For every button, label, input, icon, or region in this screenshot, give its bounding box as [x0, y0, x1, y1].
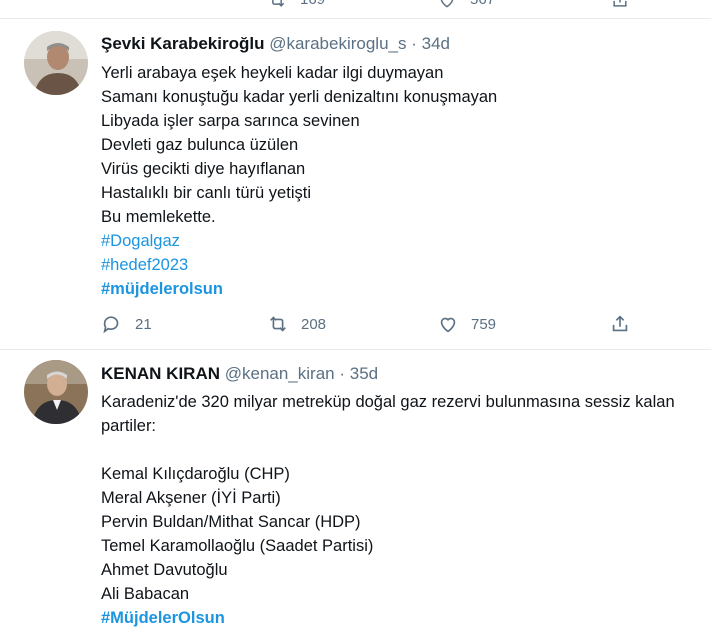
share-icon [612, 315, 628, 332]
like-count: 567 [470, 0, 495, 8]
timestamp[interactable]: 34d [422, 34, 450, 53]
retweet-count: 169 [300, 0, 325, 8]
share-icon[interactable] [610, 0, 630, 10]
tweet-line: Bu memlekette. [101, 208, 216, 226]
tweet-header: KENAN KIRAN @kenan_kiran · 35d [101, 364, 378, 384]
party-leader-line: Meral Akşener (İYİ Parti) [101, 489, 281, 507]
like-icon[interactable] [437, 0, 457, 10]
avatar[interactable] [24, 31, 88, 95]
avatar[interactable] [24, 360, 88, 424]
like-icon [440, 317, 456, 333]
display-name[interactable]: Şevki Karabekiroğlu [101, 34, 264, 53]
tweet-header: Şevki Karabekiroğlu @karabekiroglu_s · 3… [101, 34, 450, 54]
tweet-intro: Karadeniz'de 320 milyar metreküp doğal g… [101, 393, 675, 435]
tweet-line: Libyada işler sarpa sarınca sevinen [101, 112, 360, 130]
party-leader-line: Kemal Kılıçdaroğlu (CHP) [101, 465, 290, 483]
reply-count: 21 [135, 315, 152, 333]
party-leader-line: Ali Babacan [101, 585, 190, 603]
display-name[interactable]: KENAN KIRAN [101, 364, 220, 383]
party-leader-line: Pervin Buldan/Mithat Sancar (HDP) [101, 513, 361, 531]
hashtag-link[interactable]: #Dogalgaz [101, 229, 701, 253]
tweet-actions: 21 208 759 [101, 312, 641, 336]
retweet-icon [270, 316, 286, 332]
separator-dot: · [411, 34, 417, 53]
user-handle[interactable]: @kenan_kiran [225, 364, 335, 383]
previous-tweet-actions: 169 567 [0, 0, 711, 19]
retweet-count: 208 [301, 315, 327, 333]
hashtag-link[interactable]: #hedef2023 [101, 253, 701, 277]
reply-icon [103, 316, 119, 334]
like-count: 759 [471, 315, 497, 333]
tweet-line: Samanı konuştuğu kadar yerli denizaltını… [101, 88, 498, 106]
timestamp[interactable]: 35d [350, 364, 378, 383]
tweet-line: Yerli arabaya eşek heykeli kadar ilgi du… [101, 64, 444, 82]
tweet-text: Yerli arabaya eşek heykeli kadar ilgi du… [101, 61, 701, 301]
retweet-button[interactable]: 208 [267, 312, 326, 336]
user-handle[interactable]: @karabekiroglu_s [269, 34, 406, 53]
reply-button[interactable]: 21 [101, 312, 152, 336]
like-button[interactable]: 759 [437, 312, 496, 336]
share-button[interactable] [609, 312, 643, 336]
tweet-line: Devleti gaz bulunca üzülen [101, 136, 299, 154]
tweet-text: Karadeniz'de 320 milyar metreküp doğal g… [101, 390, 701, 630]
tweet-line: Hastalıklı bir canlı türü yetişti [101, 184, 311, 202]
separator-dot: · [339, 364, 346, 383]
hashtag-link[interactable]: #MüjdelerOlsun [101, 606, 701, 630]
tweet-line: Virüs gecikti diye hayıflanan [101, 160, 306, 178]
retweet-icon[interactable] [267, 0, 287, 10]
party-leader-line: Ahmet Davutoğlu [101, 561, 228, 579]
party-leader-line: Temel Karamollaoğlu (Saadet Partisi) [101, 537, 374, 555]
tweet[interactable]: Şevki Karabekiroğlu @karabekiroglu_s · 3… [0, 19, 711, 350]
hashtag-link[interactable]: #müjdelerolsun [101, 277, 701, 301]
tweet[interactable]: KENAN KIRAN @kenan_kiran · 35d Karadeniz… [0, 350, 711, 633]
